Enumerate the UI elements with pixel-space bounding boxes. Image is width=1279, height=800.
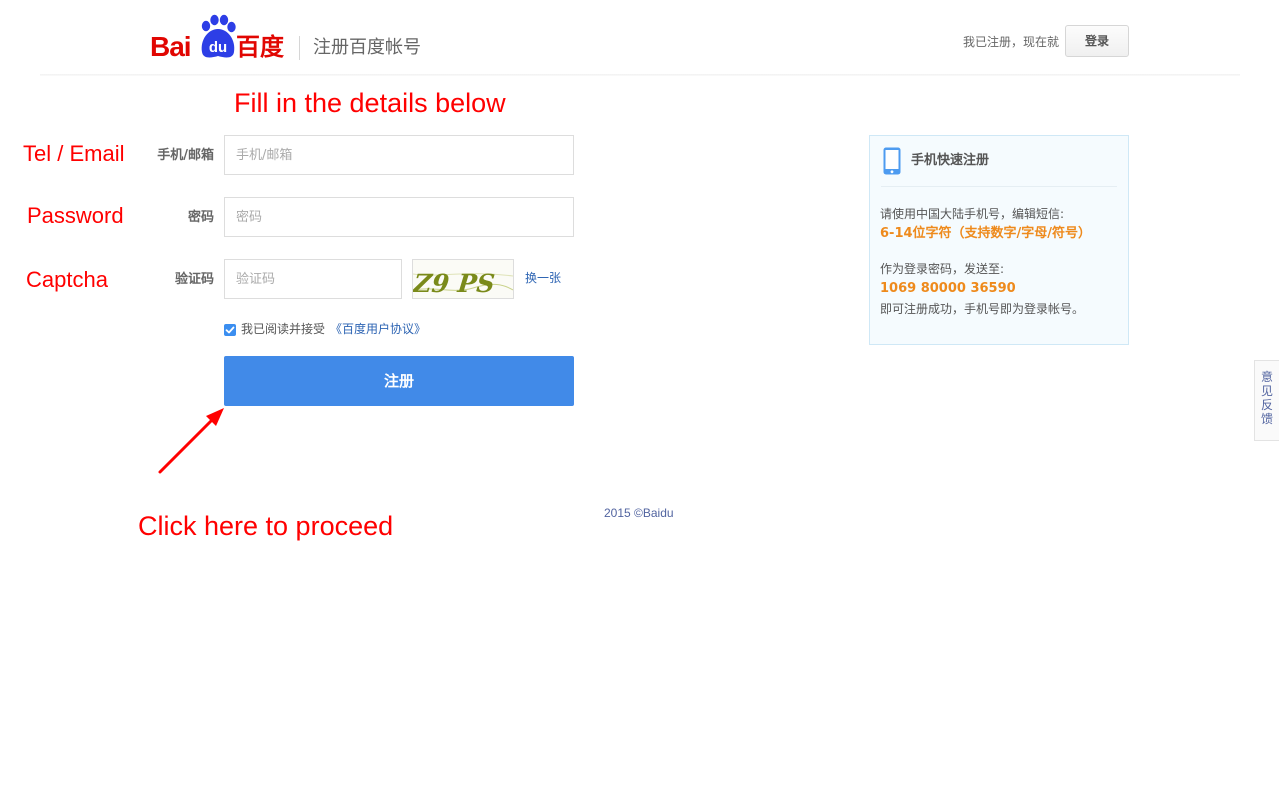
annotation-captcha: Captcha: [26, 267, 108, 292]
page-header: Bai du 百度 注册百度帐号 我已注册，现在就 登录: [0, 0, 1279, 76]
baidu-logo[interactable]: Bai du 百度: [150, 14, 290, 62]
phone-email-input[interactable]: [224, 135, 574, 175]
logo-text-cn: 百度: [236, 33, 284, 61]
sms-password-rule: 6-14位字符（支持数字/字母/符号）: [880, 226, 1092, 241]
agreement-checkbox[interactable]: [224, 324, 236, 336]
captcha-input[interactable]: [224, 259, 402, 299]
footer-copyright: 2015 ©Baidu: [604, 506, 674, 520]
annotation-arrow-icon: [158, 408, 224, 474]
annotation-tel-email: Tel / Email: [23, 141, 125, 166]
agreement-link[interactable]: 《百度用户协议》: [330, 321, 426, 337]
logo-text-paw: du: [209, 39, 227, 56]
sms-instruction-2: 作为登录密码，发送至:: [880, 262, 1005, 276]
page-title: 注册百度帐号: [313, 37, 421, 58]
sms-register-panel: 手机快速注册 请使用中国大陆手机号，编辑短信: 6-14位字符（支持数字/字母/…: [869, 135, 1129, 345]
annotation-password: Password: [27, 203, 124, 228]
header-shadow-divider: [40, 74, 1240, 76]
paw-icon: du: [201, 14, 236, 58]
mobile-phone-icon: [883, 147, 901, 175]
password-label: 密码: [187, 210, 214, 225]
captcha-label: 验证码: [174, 272, 214, 287]
login-button[interactable]: 登录: [1065, 25, 1129, 57]
feedback-label: 意见反馈: [1261, 370, 1274, 426]
logo-text-latin: Bai: [150, 31, 192, 62]
phone-email-label: 手机/邮箱: [157, 148, 214, 163]
sms-panel-divider: [881, 186, 1117, 187]
password-input[interactable]: [224, 197, 574, 237]
captcha-image-graphic: Z9 PS: [413, 268, 513, 298]
annotation-click-here: Click here to proceed: [138, 511, 394, 541]
annotation-fill-details: Fill in the details below: [234, 88, 506, 118]
agreement-text: 我已阅读并接受: [241, 322, 326, 336]
captcha-image[interactable]: Z9 PS: [412, 259, 514, 299]
feedback-tab[interactable]: 意见反馈: [1254, 360, 1279, 441]
login-hint-text: 我已注册，现在就: [963, 35, 1060, 49]
header-divider: [299, 36, 300, 60]
register-button[interactable]: 注册: [224, 356, 574, 406]
checkmark-icon: [225, 326, 235, 334]
sms-target-number: 1069 80000 36590: [880, 281, 1016, 296]
captcha-text: Z9 PS: [413, 268, 496, 298]
sms-panel-title: 手机快速注册: [911, 153, 990, 168]
sms-instruction-3: 即可注册成功，手机号即为登录帐号。: [880, 302, 1085, 316]
sms-instruction-1: 请使用中国大陆手机号，编辑短信:: [880, 207, 1065, 221]
captcha-refresh-link[interactable]: 换一张: [525, 270, 561, 286]
